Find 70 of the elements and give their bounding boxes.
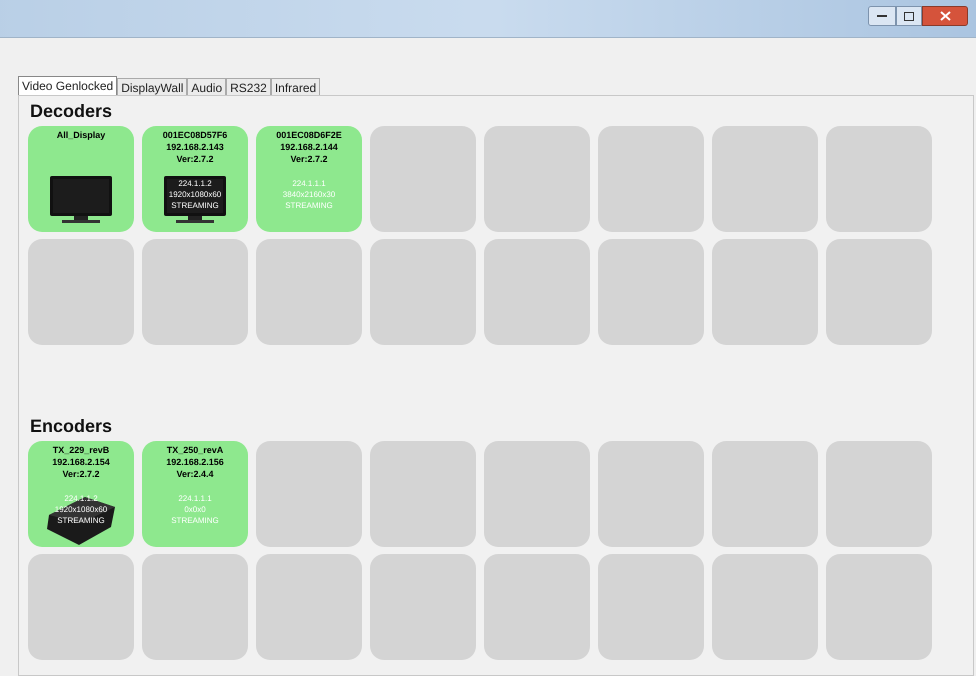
device-ip: 192.168.2.154 [52,456,110,468]
empty-slot[interactable] [826,554,932,660]
empty-slot[interactable] [256,554,362,660]
tab[interactable]: DisplayWall [117,78,188,95]
device-ip: 192.168.2.144 [280,141,338,153]
device-tile[interactable]: 001EC08D6F2E 192.168.2.144 Ver:2.7.2 224.1.1.1 3840x2160x30 STREAMING [256,126,362,232]
empty-slot[interactable] [712,441,818,547]
empty-slot[interactable] [484,126,590,232]
close-button[interactable] [922,6,968,26]
device-name: TX_229_revB [52,444,110,456]
empty-slot[interactable] [256,239,362,345]
stream-info: 1920x1080x60 [54,504,108,515]
stream-info: 1920x1080x60 [168,189,222,200]
empty-slot[interactable] [598,554,704,660]
device-name: All_Display [56,129,106,141]
empty-slot[interactable] [826,126,932,232]
stream-info: 224.1.1.2 [64,493,98,504]
empty-slot[interactable] [598,239,704,345]
stream-info: 0x0x0 [184,504,206,515]
empty-slot[interactable] [370,441,476,547]
empty-slot[interactable] [598,441,704,547]
device-name: 001EC08D6F2E [276,129,342,141]
stream-info: STREAMING [57,515,105,526]
empty-slot[interactable] [370,239,476,345]
device-version: Ver:2.7.2 [290,153,328,165]
section-title: Encoders [30,415,114,437]
device-tile[interactable]: TX_250_revA 192.168.2.156 Ver:2.4.4 224.1.1.1 0x0x0 STREAMING [142,441,248,547]
close-icon [940,11,950,21]
minimize-button[interactable] [868,6,896,26]
empty-slot[interactable] [370,554,476,660]
empty-slot[interactable] [256,441,362,547]
stream-info: 224.1.1.1 [292,178,326,189]
empty-slot[interactable] [484,554,590,660]
stream-info: 224.1.1.2 [178,178,212,189]
empty-slot[interactable] [826,239,932,345]
tab[interactable]: Audio [187,78,226,95]
device-tile[interactable]: 001EC08D57F6 192.168.2.143 Ver:2.7.2 224.1.1.2 1920x1080x60 STREAMING [142,126,248,232]
empty-slot[interactable] [28,554,134,660]
empty-slot[interactable] [712,239,818,345]
stream-info: STREAMING [285,200,333,211]
stream-info: STREAMING [171,515,219,526]
empty-slot[interactable] [826,441,932,547]
stream-info: STREAMING [171,200,219,211]
stream-info: 3840x2160x30 [282,189,336,200]
empty-slot[interactable] [598,126,704,232]
device-tile[interactable]: TX_229_revB 192.168.2.154 Ver:2.7.2 224.1.1.2 1920x1080x60 STREAMING [28,441,134,547]
empty-slot[interactable] [370,126,476,232]
device-ip: 192.168.2.143 [166,141,224,153]
device-name: TX_250_revA [166,444,224,456]
device-version: Ver:2.7.2 [176,153,214,165]
device-version: Ver:2.4.4 [176,468,214,480]
empty-slot[interactable] [142,554,248,660]
empty-slot[interactable] [712,126,818,232]
tab[interactable]: Infrared [270,78,320,95]
empty-slot[interactable] [484,239,590,345]
device-version: Ver:2.7.2 [62,468,100,480]
device-name: 001EC08D57F6 [162,129,228,141]
device-tile[interactable]: All_Display [28,126,134,232]
tab[interactable]: Video Genlocked [18,76,118,95]
minimize-icon [877,14,887,18]
maximize-button[interactable] [896,6,922,26]
device-ip: 192.168.2.156 [166,456,224,468]
tab[interactable]: RS232 [226,78,271,95]
empty-slot[interactable] [712,554,818,660]
empty-slot[interactable] [28,239,134,345]
section-title: Decoders [30,100,114,122]
empty-slot[interactable] [484,441,590,547]
maximize-icon [904,12,914,20]
empty-slot[interactable] [142,239,248,345]
stream-info: 224.1.1.1 [178,493,212,504]
